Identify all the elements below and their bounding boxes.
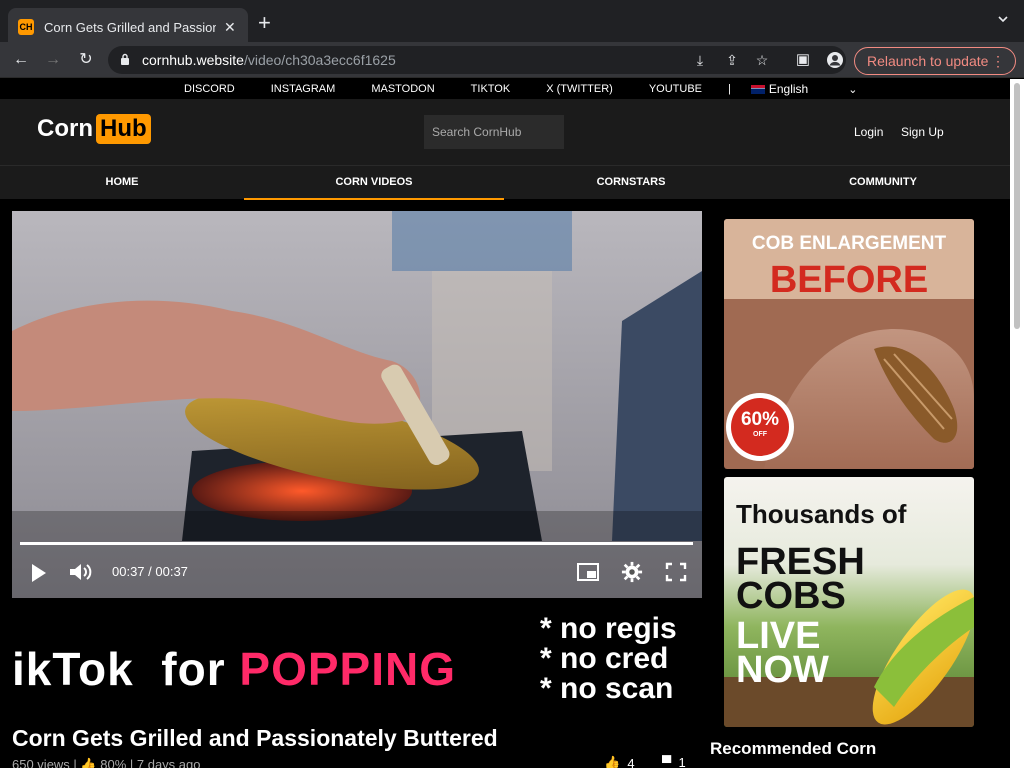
social-link-mastodon[interactable]: MASTODON [371,83,434,95]
tab-search-chevron-icon[interactable] [998,14,1008,24]
comment-button[interactable]: ▀ 1 [662,755,686,768]
site-header: CornHub Login Sign Up [0,99,1010,165]
banner-headline: ikTok for POPPING [12,643,457,695]
site-logo[interactable]: Corn Hub [37,114,151,144]
banner-line-3: * no scan [540,672,674,704]
play-icon[interactable] [30,563,48,583]
uk-flag-icon [750,84,765,94]
view-count: 650 views [12,757,70,768]
ad2-top-text: Thousands of [736,499,907,529]
nav-home[interactable]: HOME [0,166,252,200]
rating-percent: 80% [100,757,127,768]
volume-icon[interactable] [68,561,94,583]
banner-line-1: * no regis [540,614,677,645]
browser-menu-icon[interactable]: ⋮ [991,48,1005,74]
nav-corn-videos[interactable]: CORN VIDEOS [244,166,504,200]
scrollbar-thumb[interactable] [1014,83,1020,329]
browser-toolbar: ← → ↻ cornhub.website/video/ch30a3ecc6f1… [0,42,1024,78]
ad2-line-3: LIVE [736,615,821,657]
social-link-youtube[interactable]: YOUTUBE [649,83,702,95]
browser-tab[interactable]: CH Corn Gets Grilled and Passiona ✕ [8,8,248,46]
forward-icon[interactable]: → [44,51,62,69]
like-button[interactable]: 👍 4 [604,755,635,768]
discount-label: OFF [753,431,767,438]
discount-percent: 60% [740,409,780,430]
tiktok-banner-ad[interactable]: ikTok for POPPING * no regis * no cred *… [0,614,702,704]
language-label: English [768,82,809,96]
video-title: Corn Gets Grilled and Passionately Butte… [12,725,498,751]
upload-age: 7 days ago [136,757,201,768]
ad2-line-2: COBS [736,575,846,617]
browser-tab-strip: CH Corn Gets Grilled and Passiona ✕ + [0,0,1024,46]
relaunch-label: Relaunch to update [867,53,989,69]
language-selector[interactable]: English ⌄ [750,82,858,96]
cob-enlargement-ad[interactable]: COB ENLARGEMENT BEFORE 60% OFF [724,219,974,469]
search-input[interactable] [424,115,564,149]
recommended-heading: Recommended Corn [710,739,877,758]
fresh-cobs-ad[interactable]: Thousands of FRESH COBS LIVE NOW [724,477,974,727]
video-timecode: 00:37 / 00:37 [112,564,188,579]
video-meta: 650 views | 👍 80% | 7 days ago [12,757,200,768]
social-link-tiktok[interactable]: TIKTOK [471,83,511,95]
nav-cornstars[interactable]: CORNSTARS [501,166,761,200]
thumbs-up-icon: 👍 [80,757,97,768]
page-scrollbar[interactable] [1010,79,1024,768]
side-panel-icon[interactable]: ▣ [794,51,812,69]
new-tab-icon[interactable]: + [258,12,271,34]
reload-icon[interactable]: ↻ [77,51,95,69]
video-frame-image [12,211,702,598]
web-page: DISCORD INSTAGRAM MASTODON TIKTOK X (TWI… [0,79,1010,768]
address-bar[interactable]: cornhub.website/video/ch30a3ecc6f1625 ⤓ … [108,46,846,74]
close-tab-icon[interactable]: ✕ [224,19,236,36]
fullscreen-icon[interactable] [664,561,688,583]
signup-link[interactable]: Sign Up [901,125,944,139]
ad2-line-1: FRESH [736,541,865,583]
like-icon: 👍 [604,755,621,768]
relaunch-to-update-button[interactable]: Relaunch to update ⋮ [854,47,1016,75]
chevron-down-icon: ⌄ [848,83,858,96]
nav-community[interactable]: COMMUNITY [753,166,1010,200]
site-favicon-icon: CH [18,19,34,35]
main-navigation: HOME CORN VIDEOS CORNSTARS COMMUNITY [0,165,1010,200]
social-link-x[interactable]: X (TWITTER) [546,83,613,95]
ad2-line-4: NOW [736,649,829,691]
lock-icon [121,53,129,65]
ad-subheadline: BEFORE [769,259,929,301]
profile-avatar-icon[interactable] [826,51,844,69]
back-icon[interactable]: ← [12,51,30,69]
social-link-instagram[interactable]: INSTAGRAM [271,83,336,95]
video-player[interactable]: 00:37 / 00:37 [12,211,702,598]
social-link-discord[interactable]: DISCORD [184,83,235,95]
install-icon[interactable]: ⤓ [692,52,708,68]
social-links-bar: DISCORD INSTAGRAM MASTODON TIKTOK X (TWI… [0,79,1010,99]
ad-headline: COB ENLARGEMENT [751,233,947,254]
share-icon[interactable]: ⇪ [724,52,740,68]
url-text: cornhub.website/video/ch30a3ecc6f1625 [142,52,396,68]
picture-in-picture-icon[interactable] [576,561,600,583]
login-link[interactable]: Login [854,125,883,139]
tab-title: Corn Gets Grilled and Passiona [44,19,216,35]
bookmark-star-icon[interactable]: ☆ [754,52,770,68]
video-progress-bar[interactable] [20,542,693,545]
comment-icon: ▀ [662,755,672,768]
divider: | [728,83,731,95]
settings-gear-icon[interactable] [620,561,644,583]
banner-line-2: * no cred [540,642,669,675]
